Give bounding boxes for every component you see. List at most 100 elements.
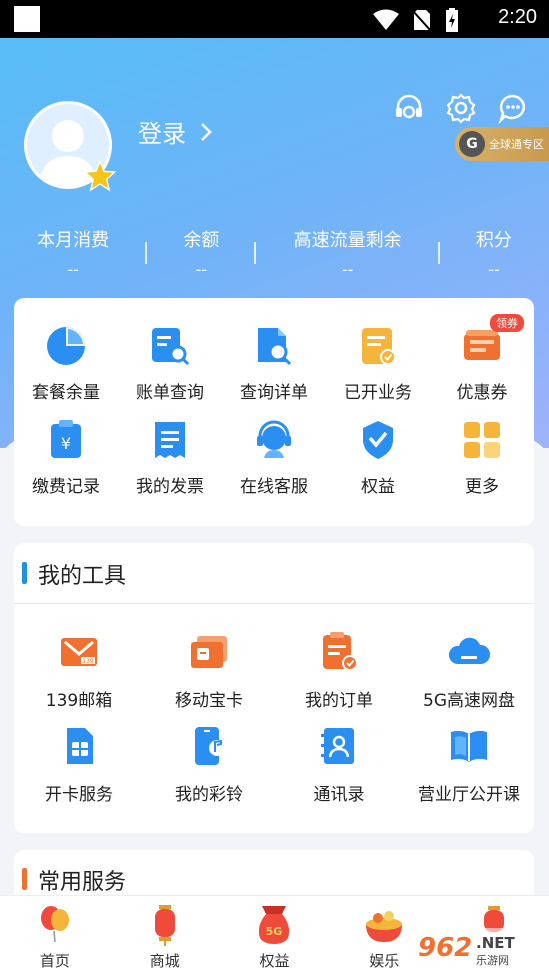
divider <box>438 242 440 264</box>
section-accent-bar <box>22 562 27 584</box>
tool-my-ringtone[interactable]: 我的彩铃 <box>144 724 274 818</box>
entertainment-icon <box>366 911 403 942</box>
tool-open-class[interactable]: 营业厅公开课 <box>404 724 534 818</box>
order-icon <box>323 632 358 671</box>
opened-service-icon <box>362 328 396 365</box>
menu-item-label: 优惠券 <box>456 383 508 403</box>
notification-icon <box>14 6 40 32</box>
message-icon[interactable] <box>497 92 529 125</box>
divider <box>254 242 256 264</box>
tab-label: 商城 <box>149 952 180 970</box>
menu-item-opened-services[interactable]: 已开业务 <box>326 322 430 416</box>
tools-grid: 139 139邮箱 移动宝卡 我的订单 5G高速网盘 开卡服务 我的彩铃 通讯录… <box>14 630 534 818</box>
tool-label: 移动宝卡 <box>175 691 243 711</box>
menu-item-rights[interactable]: 权益 <box>326 416 430 510</box>
menu-item-label: 我的发票 <box>136 477 204 497</box>
menu-item-coupons[interactable]: 领券 优惠券 <box>430 314 534 416</box>
open-class-icon <box>451 730 487 762</box>
tool-label: 我的订单 <box>305 691 373 711</box>
svg-text:¥: ¥ <box>61 434 71 453</box>
contacts-icon <box>321 728 354 764</box>
tab-rights[interactable]: 5G 权益 <box>220 896 330 977</box>
battery-charging-icon <box>446 8 458 32</box>
invoice-icon <box>155 422 185 458</box>
login-link[interactable]: 登录 <box>138 114 212 149</box>
menu-item-online-service[interactable]: 在线客服 <box>222 416 326 510</box>
menu-item-label: 账单查询 <box>136 383 204 403</box>
quick-menu-grid: 套餐余量 账单查询 查询详单 已开业务 领券 优惠券 ¥ 缴费记录 我的发票 在… <box>14 314 534 510</box>
stat-value: -- <box>341 260 354 279</box>
divider <box>14 603 534 604</box>
tool-5g-cloud-disk[interactable]: 5G高速网盘 <box>404 630 534 724</box>
stat-monthly-spend[interactable]: 本月消费 -- <box>37 226 109 279</box>
menu-item-label: 查询详单 <box>240 383 308 403</box>
tool-label: 5G高速网盘 <box>423 691 515 711</box>
section-title: 常用服务 <box>38 870 127 895</box>
menu-item-more[interactable]: 更多 <box>430 416 534 510</box>
svg-text:139: 139 <box>82 658 94 665</box>
tool-my-orders[interactable]: 我的订单 <box>274 630 404 724</box>
more-grid-icon <box>464 422 500 458</box>
global-zone-badge[interactable]: G 全球通专区 <box>455 127 549 161</box>
status-bar: 2:20 <box>0 0 549 38</box>
stat-label: 高速流量剩余 <box>293 230 402 251</box>
account-stats: 本月消费 -- 余额 -- 高速流量剩余 -- 积分 -- <box>0 226 549 279</box>
tool-label: 通讯录 <box>313 785 365 805</box>
svg-text:962: 962 <box>418 933 472 963</box>
chevron-right-icon <box>201 122 212 141</box>
detail-search-icon <box>258 328 292 366</box>
tab-label: 娱乐 <box>369 952 400 970</box>
payment-record-icon: ¥ <box>51 420 81 458</box>
menu-item-label: 缴费记录 <box>32 477 100 497</box>
clock: 2:20 <box>498 6 537 28</box>
global-zone-label: 全球通专区 <box>489 138 544 151</box>
menu-item-invoices[interactable]: 我的发票 <box>118 416 222 510</box>
tool-mobile-card[interactable]: 移动宝卡 <box>144 630 274 724</box>
stat-label: 积分 <box>475 230 512 251</box>
coupon-tag: 领券 <box>490 314 524 332</box>
pie-chart-icon <box>47 327 85 365</box>
tab-label: 首页 <box>39 952 70 970</box>
wifi-icon <box>373 9 399 30</box>
menu-item-label: 已开业务 <box>344 383 412 403</box>
menu-item-package-balance[interactable]: 套餐余量 <box>14 322 118 416</box>
sim-card-icon <box>191 636 227 668</box>
watermark-logo-icon: 962 .NET 乐游网 <box>410 928 545 968</box>
menu-item-label: 权益 <box>361 477 395 497</box>
stat-points[interactable]: 积分 -- <box>476 226 512 279</box>
section-title: 我的工具 <box>38 564 127 589</box>
cloud-disk-icon <box>448 637 491 664</box>
tab-label: 权益 <box>259 952 290 970</box>
tool-contacts[interactable]: 通讯录 <box>274 724 404 818</box>
menu-item-payment-records[interactable]: ¥ 缴费记录 <box>14 416 118 510</box>
tab-mall[interactable]: 商城 <box>110 896 220 977</box>
settings-gear-icon[interactable] <box>445 92 477 124</box>
login-label: 登录 <box>138 120 186 148</box>
rights-bag-icon: 5G <box>259 906 290 944</box>
bill-search-icon <box>152 328 190 366</box>
menu-item-bill-query[interactable]: 账单查询 <box>118 322 222 416</box>
no-sim-icon <box>413 10 431 31</box>
mail-139-icon: 139 <box>61 638 97 666</box>
tool-label: 营业厅公开课 <box>418 785 520 805</box>
rights-icon <box>363 421 393 459</box>
stat-balance[interactable]: 余额 -- <box>183 226 219 279</box>
stat-value: -- <box>195 260 208 279</box>
customer-service-headset-icon[interactable] <box>393 92 425 124</box>
stat-label: 余额 <box>183 230 220 251</box>
menu-item-label: 在线客服 <box>240 477 308 497</box>
tool-open-card-service[interactable]: 开卡服务 <box>14 724 144 818</box>
menu-item-label: 更多 <box>465 477 499 497</box>
tool-139-mail[interactable]: 139 139邮箱 <box>14 630 144 724</box>
tool-label: 开卡服务 <box>45 785 113 805</box>
tool-label: 139邮箱 <box>45 691 113 711</box>
stat-data-remaining[interactable]: 高速流量剩余 -- <box>294 226 402 279</box>
section-accent-bar <box>22 868 27 890</box>
tool-label: 我的彩铃 <box>175 785 243 805</box>
menu-item-detail-query[interactable]: 查询详单 <box>222 322 326 416</box>
customer-service-icon <box>257 420 291 458</box>
stat-label: 本月消费 <box>37 230 110 251</box>
star-icon <box>84 160 116 192</box>
tab-home[interactable]: 首页 <box>0 896 110 977</box>
home-balloon-icon <box>40 906 69 943</box>
